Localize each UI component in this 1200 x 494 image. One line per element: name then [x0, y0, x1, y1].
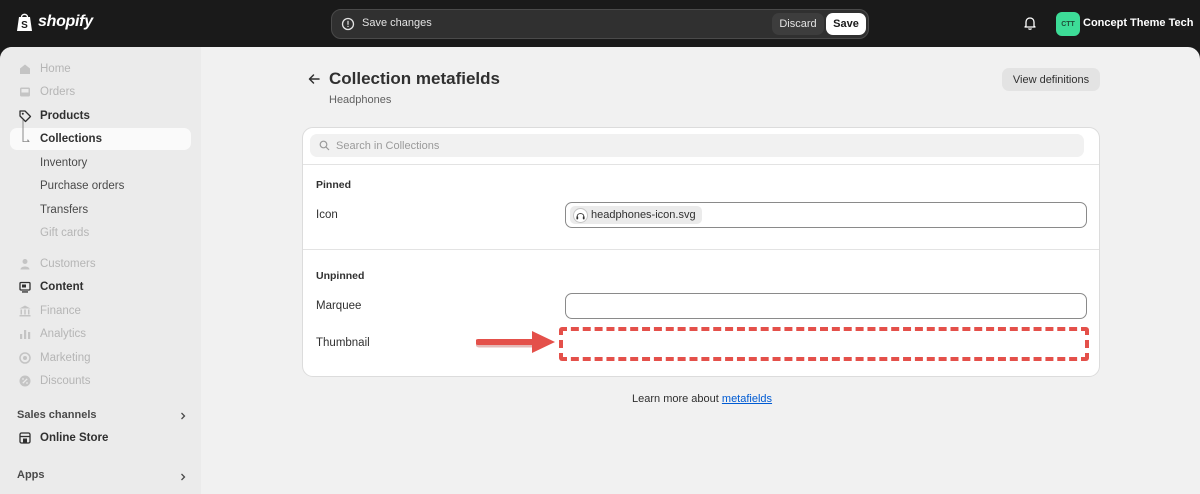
admin-frame: Home Orders Products Collections Invento… [0, 47, 1200, 494]
alert-circle-icon [341, 17, 355, 31]
sidebar-item-gift-cards[interactable]: Gift cards [10, 222, 191, 244]
pinned-section-title: Pinned [316, 179, 352, 191]
svg-text:S: S [21, 20, 28, 31]
shopify-bag-icon: S [17, 13, 32, 31]
brand-name: shopify [38, 13, 93, 30]
search-box[interactable] [310, 134, 1084, 157]
store-icon [19, 432, 31, 444]
sidebar-item-orders[interactable]: Orders [10, 81, 191, 103]
sidebar-item-label: Products [40, 110, 90, 122]
sidebar-item-label: Discounts [40, 375, 91, 387]
sidebar-item-collections[interactable]: Collections [10, 120, 191, 150]
shopify-logo[interactable]: S shopify [16, 12, 93, 32]
thumbnail-field-label: Thumbnail [316, 337, 370, 349]
sidebar-item-online-store[interactable]: Online Store [10, 427, 191, 449]
sidebar-item-label: Purchase orders [40, 180, 125, 192]
footer-help: Learn more about metafields [632, 393, 772, 405]
sidebar-item-label: Marketing [40, 352, 91, 364]
store-avatar[interactable]: CTT [1056, 12, 1080, 36]
back-arrow-icon[interactable] [307, 72, 321, 86]
marquee-field-label: Marquee [316, 300, 362, 312]
divider [303, 249, 1099, 250]
sidebar-item-label: Online Store [40, 432, 109, 444]
page-title: Collection metafields [329, 69, 500, 88]
top-bar: S shopify Save changes Discard Save CTT … [0, 0, 1200, 47]
sidebar-item-label: Gift cards [40, 227, 90, 239]
sidebar-item-label: Collections [40, 133, 102, 145]
sidebar-item-content[interactable]: Content [10, 276, 191, 298]
search-input[interactable] [336, 136, 1036, 155]
sidebar-item-inventory[interactable]: Inventory [10, 152, 191, 174]
store-name[interactable]: Concept Theme Tech [1083, 17, 1193, 29]
person-icon [20, 259, 30, 270]
sidebar-item-label: Analytics [40, 328, 87, 340]
sidebar-item-label: Home [40, 63, 71, 75]
chevron-right-icon[interactable] [178, 472, 188, 482]
save-button[interactable]: Save [826, 13, 866, 35]
file-chip[interactable]: headphones-icon.svg [570, 206, 702, 224]
sidebar-item-label: Transfers [40, 204, 89, 216]
sidebar-item-label: Content [40, 281, 84, 293]
home-icon [20, 64, 30, 74]
discard-button[interactable]: Discard [772, 13, 824, 35]
sidebar-item-analytics[interactable]: Analytics [10, 323, 191, 345]
bank-icon [19, 305, 31, 317]
sidebar-item-label: Finance [40, 305, 81, 317]
callout-arrow-icon [476, 331, 555, 353]
divider [303, 164, 1099, 165]
contextual-save-bar: Save changes Discard Save [331, 9, 869, 39]
icon-field[interactable]: headphones-icon.svg [565, 202, 1087, 228]
sidebar-item-customers[interactable]: Customers [10, 253, 191, 275]
subitem-arrow-icon [22, 120, 30, 142]
sidebar-item-marketing[interactable]: Marketing [10, 347, 191, 369]
sidebar-item-home[interactable]: Home [10, 58, 191, 80]
headphones-icon [573, 207, 588, 223]
marquee-field[interactable] [565, 293, 1087, 319]
sidebar-item-label: Orders [40, 86, 76, 98]
sidebar-item-products[interactable]: Products [10, 105, 191, 127]
target-icon [19, 352, 31, 364]
sidebar-item-finance[interactable]: Finance [10, 300, 191, 322]
metafields-link[interactable]: metafields [722, 393, 772, 405]
sidebar-item-label: Customers [40, 258, 96, 270]
sidebar-item-purchase-orders[interactable]: Purchase orders [10, 175, 191, 197]
sidebar-item-transfers[interactable]: Transfers [10, 199, 191, 221]
discount-icon [19, 375, 31, 387]
inbox-icon [20, 87, 30, 97]
bar-chart-icon [20, 330, 31, 339]
page-subtitle: Headphones [329, 94, 392, 106]
unpinned-section-title: Unpinned [316, 270, 365, 282]
footer-text: Learn more about [632, 393, 719, 405]
thumbnail-field-highlight[interactable] [559, 327, 1089, 361]
search-icon [319, 140, 330, 151]
apps-heading[interactable]: Apps [17, 469, 45, 481]
sales-channels-heading[interactable]: Sales channels [17, 409, 97, 421]
view-definitions-button[interactable]: View definitions [1002, 68, 1100, 91]
sidebar: Home Orders Products Collections Invento… [0, 47, 201, 494]
icon-field-label: Icon [316, 209, 338, 221]
file-name: headphones-icon.svg [591, 209, 696, 221]
content-icon [19, 281, 31, 293]
sidebar-item-label: Inventory [40, 157, 88, 169]
sidebar-item-discounts[interactable]: Discounts [10, 370, 191, 392]
notifications-bell-icon[interactable] [1022, 15, 1038, 31]
chevron-right-icon[interactable] [178, 411, 188, 421]
save-bar-message: Save changes [362, 17, 432, 29]
